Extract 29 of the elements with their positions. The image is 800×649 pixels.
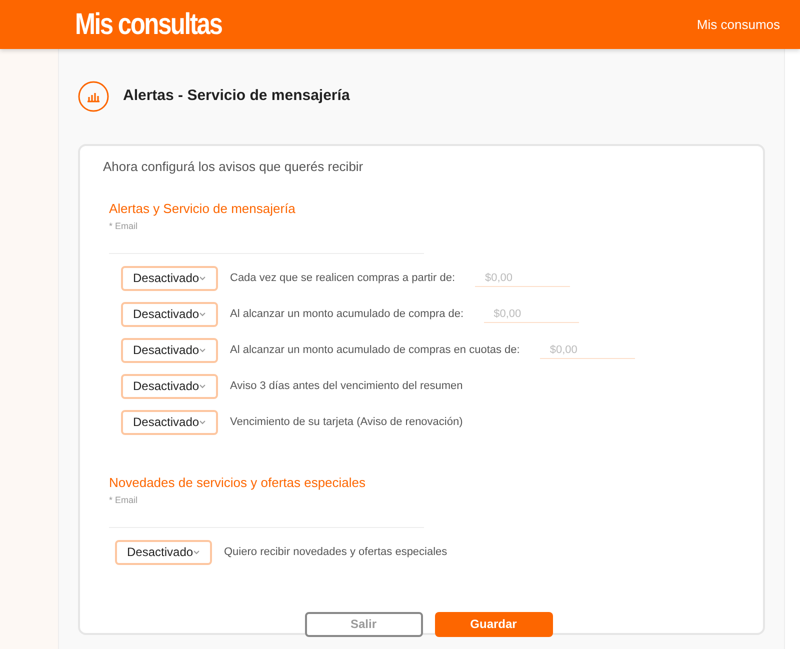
page-title: Alertas - Servicio de mensajería [123,86,350,106]
alert-label: Cada vez que se realicen compras a partir de: [230,270,456,286]
chevron-down-icon [199,312,206,316]
amount-field[interactable]: $0,00 [475,269,570,287]
alert-label: Al alcanzar un monto acumulado de compra de: [230,306,464,322]
status-dropdown[interactable]: Desactivado [121,302,218,326]
app-title: Mis consultas [75,7,222,43]
bar-chart-icon [78,81,109,112]
chevron-down-icon [199,348,206,352]
status-dropdown[interactable]: Desactivado [121,374,218,398]
section-title: Novedades de servicios y ofertas especiales [109,474,367,492]
alert-label: Quiero recibir novedades y ofertas especiales [224,544,448,560]
alert-label: Aviso 3 días antes del vencimiento del resumen [230,378,463,394]
intro-text: Ahora configurá los avisos que querés recibir [103,158,364,176]
chevron-down-icon [199,276,206,280]
alert-label: Vencimiento de su tarjeta (Aviso de renovación) [230,414,463,430]
amount-field[interactable]: $0,00 [540,341,635,359]
status-dropdown[interactable]: Desactivado [121,266,218,290]
alert-label: Al alcanzar un monto acumulado de compras en cuotas de: [230,342,520,358]
status-dropdown[interactable]: Desactivado [121,338,218,362]
status-dropdown[interactable]: Desactivado [121,410,218,434]
section-title: Alertas y Servicio de mensajería [109,200,296,218]
chevron-down-icon [193,550,200,554]
chevron-down-icon [199,420,206,424]
amount-field[interactable]: $0,00 [484,305,579,323]
status-dropdown[interactable]: Desactivado [115,540,212,564]
email-label: * Email [109,220,139,233]
email-label: * Email [109,494,139,507]
chevron-down-icon [199,384,206,388]
